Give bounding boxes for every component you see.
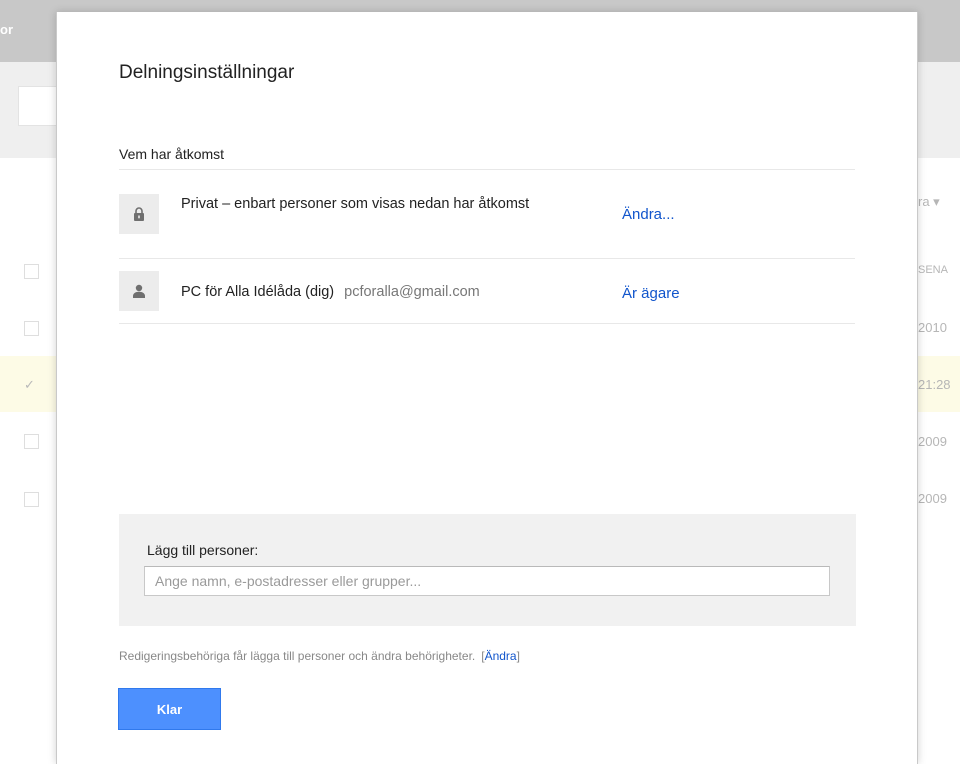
row-checkbox[interactable] <box>24 492 39 507</box>
add-people-input[interactable] <box>144 566 830 596</box>
row-checkbox[interactable] <box>24 434 39 449</box>
row-checkbox[interactable] <box>24 321 39 336</box>
who-has-access-heading: Vem har åtkomst <box>119 146 225 162</box>
change-visibility-link[interactable]: Ändra... <box>622 206 675 223</box>
bracket-close: ] <box>516 649 520 663</box>
visibility-description: Privat – enbart personer som visas nedan… <box>181 196 530 212</box>
lock-icon <box>119 194 159 234</box>
select-all-checkbox[interactable] <box>24 264 39 279</box>
add-people-panel: Lägg till personer: <box>119 514 856 626</box>
divider <box>119 258 855 259</box>
done-button[interactable]: Klar <box>118 688 221 730</box>
row-checkbox-checked[interactable]: ✓ <box>24 378 37 391</box>
divider <box>119 323 855 324</box>
divider <box>119 169 855 170</box>
sort-label[interactable]: ra ▾ <box>918 194 940 210</box>
owner-role-link[interactable]: Är ägare <box>622 285 680 302</box>
change-permissions-link[interactable]: Ändra <box>485 649 517 663</box>
person-icon <box>119 271 159 311</box>
row-date: 21:28 <box>918 377 951 392</box>
row-date: 2009 <box>918 491 947 506</box>
app-header-text: or <box>0 22 13 37</box>
column-header-last-modified[interactable]: SENA <box>918 264 948 276</box>
app-search-box[interactable] <box>18 86 60 126</box>
owner-entry: PC för Alla Idélåda (dig) pcforalla@gmail… <box>181 283 480 302</box>
row-date: 2009 <box>918 434 947 449</box>
app-toolbar-band-right <box>916 62 960 158</box>
row-date: 2010 <box>918 320 947 335</box>
owner-email: pcforalla@gmail.com <box>344 284 480 300</box>
permissions-note-text: Redigeringsbehöriga får lägga till perso… <box>119 649 476 663</box>
add-people-label: Lägg till personer: <box>147 542 259 558</box>
owner-name: PC för Alla Idélåda (dig) <box>181 284 335 300</box>
permissions-note: Redigeringsbehöriga får lägga till perso… <box>119 649 520 663</box>
sharing-settings-dialog: Delningsinställningar Vem har åtkomst Pr… <box>56 12 918 764</box>
dialog-title: Delningsinställningar <box>119 62 295 83</box>
